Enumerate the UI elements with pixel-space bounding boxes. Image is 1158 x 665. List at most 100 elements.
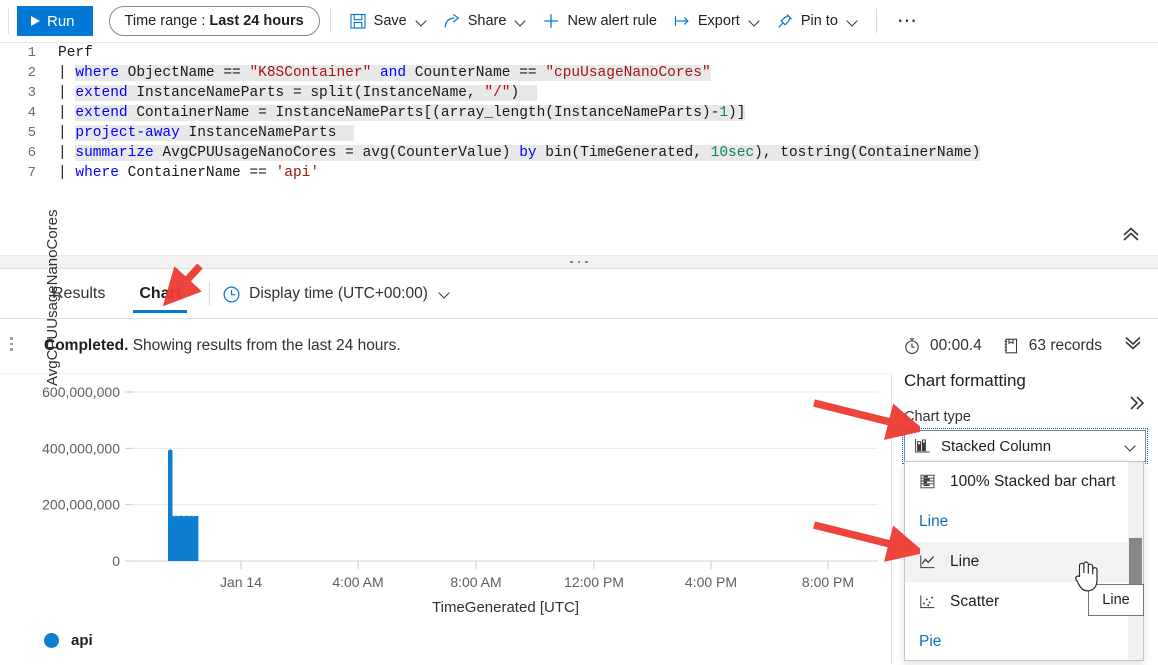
line-number: 2 [27, 65, 36, 81]
chart-svg[interactable]: 0 200,000,000 400,000,000 600,000,000 Jan 14… [0, 374, 890, 665]
display-time-selector[interactable]: Display time (UTC+00:00) [222, 285, 450, 303]
records-icon [1002, 337, 1020, 355]
dropdown-option-line[interactable]: Line [905, 542, 1143, 582]
code-text: | where ContainerName == 'api' [58, 165, 320, 181]
chart-x-tick-label: 4:00 PM [685, 574, 737, 590]
more-commands-button[interactable]: ⋯ [887, 11, 929, 31]
chevron-down-icon [749, 16, 760, 27]
time-range-picker[interactable]: Time range : Last 24 hours [108, 6, 320, 36]
expand-results-button[interactable] [1122, 337, 1144, 355]
results-status-bar: Completed. Showing results from the last… [0, 319, 1158, 373]
dropdown-scrollbar[interactable] [1128, 462, 1143, 660]
new-alert-rule-label: New alert rule [567, 13, 657, 29]
chart-bar [196, 515, 199, 561]
chart-x-tick-label: Jan 14 [220, 574, 262, 590]
dropdown-group-line: Line [905, 502, 1143, 542]
chevron-down-icon [847, 16, 858, 27]
save-label: Save [373, 13, 407, 29]
chart-y-axis-label: AvgCPUUsageNanoCores [44, 209, 61, 386]
code-line: 2 | where ObjectName == "K8SContainer" a… [0, 63, 1158, 83]
toolbar-left-divider [8, 8, 9, 34]
query-editor[interactable]: 1 Perf 2 | where ObjectName == "K8SConta… [0, 43, 1158, 255]
chart-legend[interactable]: api [44, 632, 93, 649]
code-text: | summarize AvgCPUUsageNanoCores = avg(C… [58, 145, 981, 161]
mouse-cursor-icon [1070, 556, 1104, 597]
new-alert-rule-button[interactable]: New alert rule [534, 5, 664, 37]
line-number: 4 [27, 105, 36, 121]
chevron-down-icon [439, 288, 450, 299]
dropdown-group-label: Line [919, 513, 949, 530]
code-text: | project-away InstanceNameParts [58, 125, 354, 141]
dropdown-group-label: Pie [919, 633, 942, 650]
chart-type-label: Chart type [904, 409, 971, 425]
legend-color-swatch [44, 633, 59, 648]
chart-y-tick-label: 600,000,000 [42, 384, 120, 400]
clock-icon [222, 285, 240, 303]
scatter-chart-icon [919, 593, 937, 611]
line-chart-icon [919, 553, 937, 571]
splitter-grip-icon [570, 260, 588, 264]
play-icon [31, 16, 40, 26]
timer-icon [903, 337, 921, 355]
toolbar-divider-1 [329, 9, 331, 33]
line-number: 1 [27, 45, 36, 61]
code-text: | extend InstanceNameParts = split(Insta… [58, 85, 537, 101]
code-text: Perf [58, 45, 93, 61]
dropdown-option-label: 100% Stacked bar chart [950, 473, 1116, 490]
share-button[interactable]: Share [435, 5, 535, 37]
record-count: 63 records [1002, 337, 1102, 355]
top-toolbar: Run Time range : Last 24 hours Save Shar… [0, 0, 1158, 43]
editor-results-splitter[interactable] [0, 255, 1158, 269]
share-icon [443, 12, 461, 30]
code-line: 3 | extend InstanceNameParts = split(Ins… [0, 83, 1158, 103]
run-button-label: Run [47, 12, 75, 30]
line-number: 6 [27, 145, 36, 161]
share-label: Share [467, 13, 507, 29]
code-line: 5 | project-away InstanceNameParts [0, 123, 1158, 143]
time-range-value: Last 24 hours [209, 13, 304, 29]
chart-type-dropdown[interactable]: 100% Stacked bar chart Line Line Scatter [904, 461, 1144, 661]
status-metrics: 00:00.4 63 records [903, 337, 1144, 355]
run-button[interactable]: Run [17, 6, 93, 36]
tab-chart-label: Chart [139, 284, 182, 302]
plus-icon [542, 12, 560, 30]
line-number: 3 [27, 85, 36, 101]
pin-icon [776, 12, 794, 30]
chart-panel: 0 200,000,000 400,000,000 600,000,000 Jan 14… [0, 373, 890, 664]
code-line: 4 | extend ContainerName = InstanceNameP… [0, 103, 1158, 123]
chart-type-select[interactable]: Stacked Column [902, 428, 1148, 464]
record-count-value: 63 records [1028, 337, 1102, 354]
collapse-panel-button[interactable] [1127, 395, 1147, 414]
save-button[interactable]: Save [341, 5, 435, 37]
panel-grip-icon [10, 337, 13, 354]
display-time-label: Display time (UTC+00:00) [249, 284, 428, 302]
collapse-editor-button[interactable] [1118, 223, 1144, 245]
code-text: | extend ContainerName = InstanceNamePar… [58, 105, 746, 121]
chart-formatting-title: Chart formatting [904, 371, 1026, 390]
chart-x-tick-label: 8:00 PM [802, 574, 854, 590]
code-line: 6 | summarize AvgCPUUsageNanoCores = avg… [0, 143, 1158, 163]
dropdown-option-label: Scatter [950, 593, 1000, 610]
tab-chart[interactable]: Chart [125, 270, 195, 318]
chart-x-tick-label: 4:00 AM [332, 574, 383, 590]
status-text: Completed. Showing results from the last… [44, 337, 401, 355]
export-button[interactable]: Export [665, 5, 768, 37]
chart-y-tick-label: 0 [112, 553, 120, 569]
code-line: 7 | where ContainerName == 'api' [0, 163, 1158, 183]
chart-type-value: Stacked Column [941, 437, 1052, 455]
code-line: 1 Perf [0, 43, 1158, 63]
pin-to-label: Pin to [800, 13, 838, 29]
dropdown-group-pie: Pie [905, 622, 1143, 660]
pin-to-button[interactable]: Pin to [768, 5, 866, 37]
legend-series-label: api [71, 632, 93, 649]
chart-x-tick-label: 12:00 PM [564, 574, 624, 590]
chart-y-tick-label: 400,000,000 [42, 440, 120, 456]
chart-y-tick-label: 200,000,000 [42, 497, 120, 513]
stacked-column-icon [914, 437, 932, 455]
chevron-down-icon [1125, 441, 1136, 452]
dropdown-option-stacked-bar-100[interactable]: 100% Stacked bar chart [905, 462, 1143, 502]
line-number: 7 [27, 165, 36, 181]
duration-value: 00:00.4 [930, 337, 982, 354]
results-tabs: Results Chart Display time (UTC+00:00) [0, 269, 1158, 319]
toolbar-divider-2 [875, 9, 877, 33]
